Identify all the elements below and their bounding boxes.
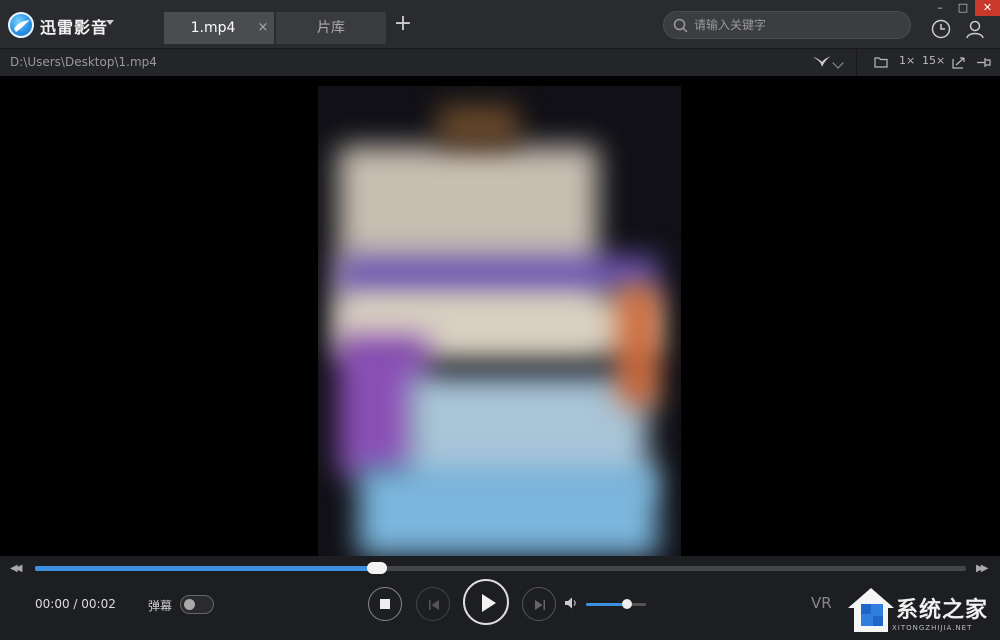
toggle-knob [184, 599, 195, 610]
video-display[interactable] [0, 76, 1000, 556]
volume-handle[interactable] [621, 599, 632, 609]
skip-next-icon [535, 600, 545, 610]
danmu-toggle[interactable] [180, 595, 214, 614]
tab-library[interactable]: 片库 [276, 12, 386, 44]
vr-button[interactable]: VR [811, 594, 832, 612]
play-button[interactable] [463, 579, 509, 625]
close-window-button[interactable]: ✕ [975, 0, 1000, 16]
history-clock-icon[interactable] [930, 18, 952, 40]
file-path-bar: D:\Users\Desktop\1.mp4 1× 15× [0, 48, 1000, 77]
fast-forward-button[interactable]: ▶▶ [976, 563, 989, 574]
search-box[interactable] [663, 11, 911, 39]
tab-close-icon[interactable]: × [256, 12, 270, 44]
xunlei-logo-icon[interactable] [8, 12, 34, 38]
skip-previous-icon [429, 600, 439, 610]
tab-label: 片库 [317, 20, 345, 36]
app-name[interactable]: 迅雷影音 [40, 14, 108, 38]
watermark-title: 系统之家 [896, 598, 989, 623]
speed-15x-button[interactable]: 15× [922, 54, 945, 67]
video-frame [318, 86, 681, 556]
app-menu-caret-icon[interactable] [106, 20, 114, 25]
rewind-button[interactable]: ◀◀ [10, 563, 23, 574]
swallow-icon[interactable] [812, 54, 832, 70]
add-tab-button[interactable]: + [392, 13, 414, 36]
search-input[interactable] [694, 15, 894, 35]
pin-on-top-icon[interactable] [976, 56, 992, 69]
volume-icon[interactable] [564, 596, 578, 610]
minimize-to-corner-icon[interactable] [952, 56, 966, 69]
progress-handle[interactable] [366, 562, 387, 574]
minimize-button[interactable]: – [929, 0, 951, 16]
progress-fill [35, 566, 377, 571]
play-icon [482, 594, 496, 612]
watermark: 系统之家 XITONGZHIJIA.NET [840, 578, 1000, 638]
watermark-url: XITONGZHIJIA.NET [892, 624, 973, 632]
time-display: 00:00 / 00:02 [35, 597, 116, 611]
divider [856, 49, 857, 77]
danmu-label: 弹幕 [148, 599, 173, 613]
chevron-down-icon[interactable] [832, 57, 844, 69]
playback-controls: ◀◀ ▶▶ 00:00 / 00:02 弹幕 VR 系统之家 XITONGZHI… [0, 556, 1000, 640]
tab-current-file[interactable]: 1.mp4 × [164, 12, 274, 44]
next-button[interactable] [522, 587, 556, 621]
search-icon [673, 18, 688, 33]
progress-bar[interactable] [35, 562, 966, 574]
title-bar: 迅雷影音 1.mp4 × 片库 + – □ ✕ [0, 0, 1000, 48]
folder-icon[interactable] [874, 56, 888, 68]
tab-label: 1.mp4 [190, 20, 236, 36]
previous-button[interactable] [416, 587, 450, 621]
speed-1x-button[interactable]: 1× [899, 54, 915, 67]
maximize-button[interactable]: □ [952, 0, 974, 16]
stop-icon [380, 599, 390, 609]
user-account-icon[interactable] [964, 18, 986, 40]
volume-fill [586, 603, 627, 606]
volume-slider[interactable] [586, 599, 646, 609]
file-path: D:\Users\Desktop\1.mp4 [10, 55, 157, 69]
watermark-house-logo-icon [848, 588, 894, 632]
stop-button[interactable] [368, 587, 402, 621]
